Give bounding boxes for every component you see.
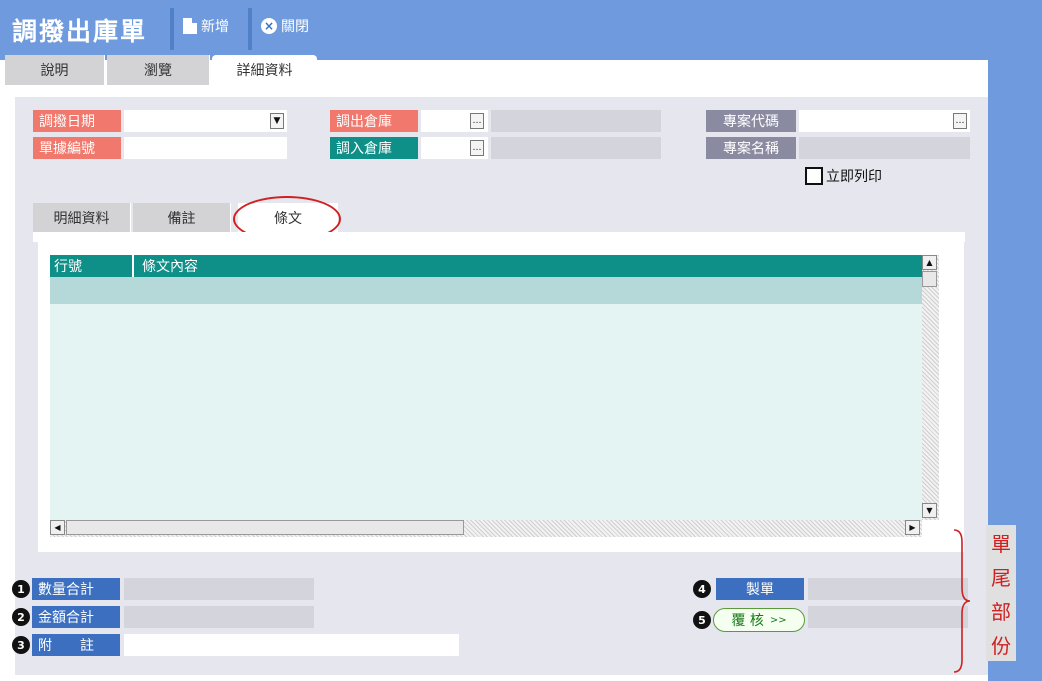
scroll-right-icon[interactable]: ▶ (905, 520, 920, 535)
transfer-date-select[interactable] (124, 110, 287, 132)
column-header-clause-content[interactable]: 條文內容 (138, 255, 918, 277)
new-document-icon (183, 18, 197, 34)
number-badge: 5 (693, 611, 711, 629)
brace-annotation (953, 529, 971, 673)
chevron-down-icon[interactable]: ▼ (270, 113, 284, 129)
approve-value (808, 606, 968, 628)
tab-browse[interactable]: 瀏覽 (107, 55, 210, 85)
side-note-char: 份 (991, 633, 1011, 658)
subtab-notes[interactable]: 備註 (133, 203, 231, 233)
print-now-checkbox[interactable]: 立即列印 (805, 166, 882, 186)
tab-details[interactable]: 詳細資料 (212, 55, 317, 85)
table-row[interactable] (50, 277, 922, 304)
grid-body (50, 304, 922, 520)
amount-total-label: 金額合計 (32, 606, 120, 628)
column-header-line-no[interactable]: 行號 (50, 255, 134, 277)
out-warehouse-name (491, 110, 661, 132)
footer-section-note: 單 尾 部 份 (986, 525, 1016, 661)
in-warehouse-label: 調入倉庫 (330, 137, 418, 159)
project-code-input[interactable] (799, 110, 970, 132)
close-button-label: 關閉 (281, 19, 309, 35)
horizontal-scroll-thumb[interactable] (66, 520, 464, 535)
number-badge: 3 (12, 636, 30, 654)
scroll-down-icon[interactable]: ▼ (922, 503, 937, 518)
header-bar (0, 0, 1000, 60)
remark-input[interactable] (124, 634, 459, 656)
scroll-left-icon[interactable]: ◀ (50, 520, 65, 535)
out-warehouse-lookup-button[interactable]: … (470, 113, 484, 129)
new-button-label: 新增 (201, 19, 229, 35)
new-button[interactable]: 新增 (183, 15, 229, 37)
double-chevron-right-icon: >> (769, 614, 787, 626)
project-name-label: 專案名稱 (706, 137, 796, 159)
scroll-up-icon[interactable]: ▲ (922, 255, 937, 270)
doc-no-label: 單據編號 (33, 137, 121, 159)
toolbar-separator (170, 8, 174, 50)
number-badge: 1 (12, 580, 30, 598)
remark-label: 附 註 (32, 634, 120, 656)
maker-label: 製單 (716, 578, 804, 600)
toolbar-separator (248, 8, 252, 50)
out-warehouse-label: 調出倉庫 (330, 110, 418, 132)
vertical-scroll-thumb[interactable] (922, 271, 937, 287)
doc-no-input[interactable] (124, 137, 287, 159)
vertical-scrollbar[interactable]: ▲ ▼ (922, 255, 939, 520)
app-title: 調撥出庫單 (12, 17, 148, 46)
project-code-lookup-button[interactable]: … (953, 113, 967, 129)
tab-description[interactable]: 說明 (5, 55, 105, 85)
maker-value (808, 578, 968, 600)
close-button[interactable]: × 關閉 (261, 15, 309, 37)
in-warehouse-lookup-button[interactable]: … (470, 140, 484, 156)
qty-total-value (124, 578, 314, 600)
subtab-content-top (33, 232, 965, 242)
print-now-label: 立即列印 (826, 169, 882, 185)
side-note-char: 單 (991, 531, 1011, 556)
subtab-line-items[interactable]: 明細資料 (33, 203, 131, 233)
horizontal-scrollbar[interactable]: ◀ ▶ (50, 520, 922, 537)
project-code-label: 專案代碼 (706, 110, 796, 132)
number-badge: 2 (12, 608, 30, 626)
grid-header: 行號 條文內容 (50, 255, 922, 277)
transfer-date-label: 調撥日期 (33, 110, 121, 132)
in-warehouse-name (491, 137, 661, 159)
qty-total-label: 數量合計 (32, 578, 120, 600)
approve-button-label: 覆 核 (731, 613, 764, 629)
checkbox-box[interactable] (805, 167, 823, 185)
amount-total-value (124, 606, 314, 628)
number-badge: 4 (693, 580, 711, 598)
side-note-char: 尾 (991, 565, 1011, 590)
approve-button[interactable]: 覆 核 >> (713, 608, 805, 632)
side-note-char: 部 (991, 599, 1011, 624)
project-name-field (799, 137, 970, 159)
close-circle-icon: × (261, 18, 277, 34)
